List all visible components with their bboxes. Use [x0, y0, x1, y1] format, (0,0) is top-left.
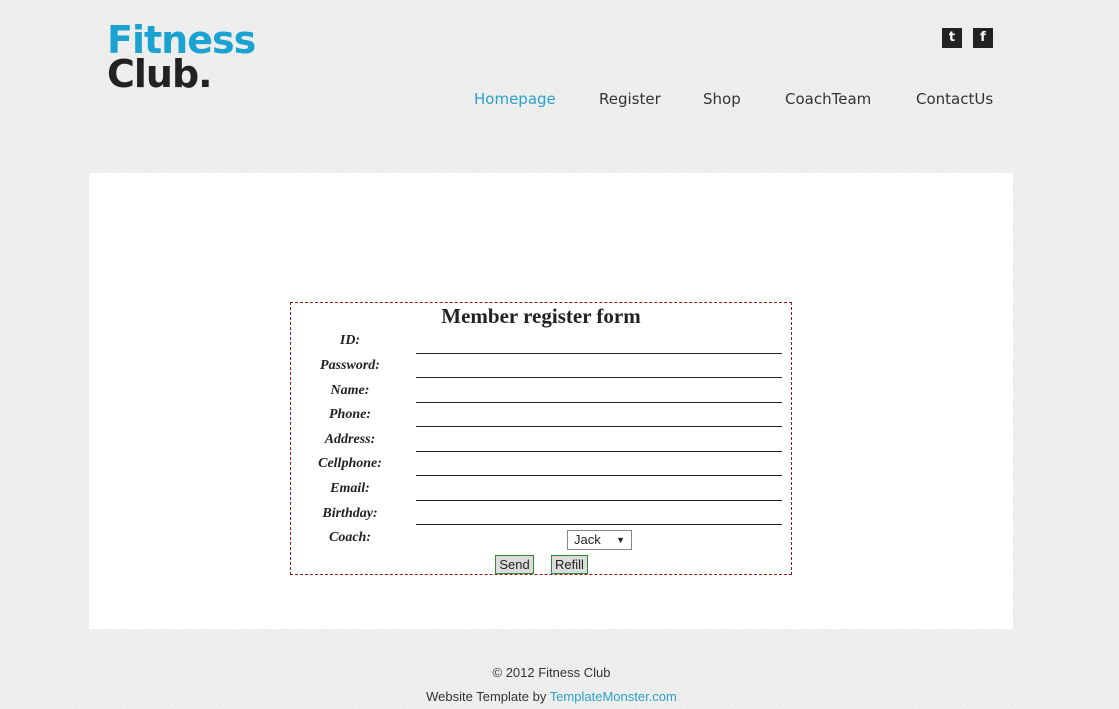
logo-line-2: Club.: [107, 52, 213, 96]
twitter-icon[interactable]: t: [942, 28, 962, 48]
id-field[interactable]: [416, 331, 782, 354]
coach-label: Coach:: [329, 530, 371, 545]
cellphone-field[interactable]: [416, 453, 782, 476]
nav-register[interactable]: Register: [599, 90, 661, 108]
coach-selected-value: Jack: [574, 532, 601, 547]
footer-template-credit: Website Template by TemplateMonster.com: [0, 689, 1111, 704]
password-label: Password:: [320, 358, 380, 373]
refill-button[interactable]: Refill: [551, 555, 588, 574]
email-field[interactable]: [416, 478, 782, 501]
id-label: ID:: [339, 333, 361, 348]
nav-coachteam[interactable]: CoachTeam: [785, 90, 871, 108]
birthday-field[interactable]: [416, 502, 782, 525]
form-title: Member register form: [441, 304, 641, 328]
footer-copyright: © 2012 Fitness Club: [492, 665, 611, 680]
birthday-label: Birthday:: [322, 506, 378, 521]
phone-field[interactable]: [416, 404, 782, 427]
phone-label: Phone:: [329, 407, 371, 422]
name-label: Name:: [330, 383, 370, 398]
facebook-icon[interactable]: f: [973, 28, 993, 48]
nav-shop[interactable]: Shop: [703, 90, 741, 108]
cellphone-label: Cellphone:: [318, 456, 382, 471]
password-field[interactable]: [416, 355, 782, 378]
send-button[interactable]: Send: [495, 555, 534, 574]
nav-contactus[interactable]: ContactUs: [916, 90, 993, 108]
nav-homepage[interactable]: Homepage: [474, 90, 556, 108]
name-field[interactable]: [416, 380, 782, 403]
dropdown-arrow-icon: ▼: [616, 535, 625, 545]
address-field[interactable]: [416, 429, 782, 452]
templatemonster-link[interactable]: TemplateMonster.com: [550, 689, 677, 704]
site-logo[interactable]: Fitness Club.: [107, 21, 256, 96]
coach-select[interactable]: Jack ▼: [567, 530, 632, 550]
footer-template-prefix: Website Template by: [426, 689, 550, 704]
email-label: Email:: [330, 481, 370, 496]
address-label: Address:: [324, 432, 376, 447]
